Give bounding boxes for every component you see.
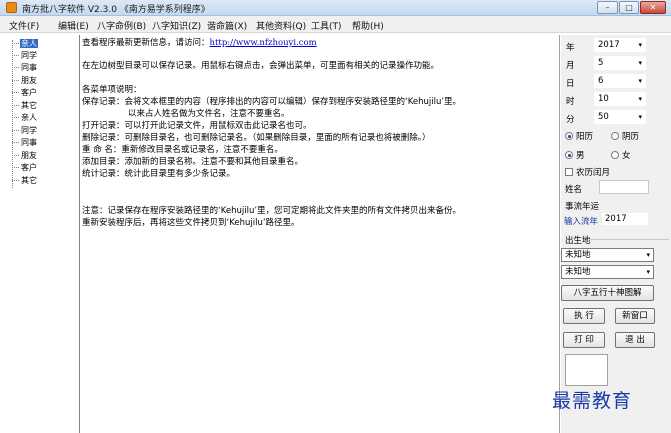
print-button[interactable]: 打 印 xyxy=(563,332,605,348)
text-line: 注意：记录保存在程序安装路径里的‘Kehujilu’里，您可定期将此文件夹里的所… xyxy=(82,206,462,216)
flow-year-input[interactable]: 2017 xyxy=(601,212,649,226)
tree-item-colleagues[interactable]: 同事 xyxy=(12,62,38,73)
text-line: 重新安装程序后，再将这些文件拷贝到‘Kehujilu’路径里。 xyxy=(82,218,300,228)
radio-selected-icon xyxy=(565,151,573,159)
minimize-button[interactable]: – xyxy=(597,1,618,14)
window-title: 南方批八字软件 V2.3.0 《南方易学系列程序》 xyxy=(22,5,210,15)
day-select[interactable]: 6 ▾ xyxy=(594,74,646,88)
chevron-down-icon: ▾ xyxy=(638,95,642,103)
app-icon xyxy=(6,2,17,13)
update-info-line: 查看程序最新更新信息，请访问：http://www.nfzhouyi.com xyxy=(82,38,317,48)
tree-item-relatives-2[interactable]: 亲人 xyxy=(12,112,38,123)
menu-file[interactable]: 文件(F) xyxy=(9,19,39,32)
minute-label: 分 xyxy=(566,115,575,125)
website-link[interactable]: http://www.nfzhouyi.com xyxy=(210,38,317,48)
tree-item-colleagues-2[interactable]: 同事 xyxy=(12,137,38,148)
record-text-area[interactable]: 查看程序最新更新信息，请访问：http://www.nfzhouyi.com 在… xyxy=(79,35,560,433)
watermark-text: 最需教育 xyxy=(552,390,633,412)
hour-label: 时 xyxy=(566,97,575,107)
exit-button[interactable]: 退 出 xyxy=(615,332,655,348)
tree-item-classmates-2[interactable]: 同学 xyxy=(12,125,38,136)
text-line: 保存记录：会将文本框里的内容（程序排出的内容可以编辑）保存到程序安装路径里的‘K… xyxy=(82,97,462,107)
tree-item-others-2[interactable]: 其它 xyxy=(12,175,38,186)
tree-item-classmates[interactable]: 同学 xyxy=(12,50,38,61)
chevron-down-icon: ▾ xyxy=(646,268,650,276)
month-select[interactable]: 5 ▾ xyxy=(594,56,646,70)
text-line: 打开记录：可以打开此记录文件，用鼠标双击此记录名也可。 xyxy=(82,121,312,131)
name-input[interactable] xyxy=(599,180,649,194)
text-line: 以来占人姓名做为文件名，注意不要重名。 xyxy=(128,109,290,119)
luck-label: 事流年运 xyxy=(565,202,600,212)
group-divider xyxy=(589,239,669,240)
radio-empty-icon xyxy=(611,151,619,159)
chevron-down-icon: ▾ xyxy=(638,113,642,121)
tree-item-clients[interactable]: 客户 xyxy=(12,87,38,98)
text-line: 在左边树型目录可以保存记录。用鼠标右键点击，会弹出菜单，可里面有相关的记录操作功… xyxy=(82,61,440,71)
lunar-calendar-radio[interactable]: 阴历 xyxy=(611,130,639,142)
record-tree[interactable]: 亲人 同学 同事 朋友 客户 其它 亲人 同学 同事 朋友 客户 其它 xyxy=(8,36,78,430)
tree-item-friends-2[interactable]: 朋友 xyxy=(12,150,38,161)
preview-box xyxy=(565,354,608,386)
month-label: 月 xyxy=(566,61,575,71)
text-line: 重 命 名：重新修改目录名或记录名，注意不要重名。 xyxy=(82,145,283,155)
female-radio[interactable]: 女 xyxy=(611,149,631,161)
menu-xieming[interactable]: 谐命篇(X) xyxy=(207,19,247,32)
checkbox-icon xyxy=(565,168,573,176)
menu-tools[interactable]: 工具(T) xyxy=(311,19,342,32)
new-window-button[interactable]: 新窗口 xyxy=(615,308,655,324)
hour-select[interactable]: 10 ▾ xyxy=(594,92,646,106)
menu-bar: 文件(F) 编辑(E) 八字命例(B) 八字知识(Z) 谐命篇(X) 其他资料(… xyxy=(0,16,671,33)
chevron-down-icon: ▾ xyxy=(638,41,642,49)
run-button[interactable]: 执 行 xyxy=(563,308,605,324)
maximize-button[interactable]: □ xyxy=(619,1,639,14)
tree-item-clients-2[interactable]: 客户 xyxy=(12,162,38,173)
title-bar: 南方批八字软件 V2.3.0 《南方易学系列程序》 – □ ✕ xyxy=(0,0,671,16)
birthplace-label: 出生地 xyxy=(565,236,591,246)
tree-item-friends[interactable]: 朋友 xyxy=(12,75,38,86)
close-button[interactable]: ✕ xyxy=(640,1,666,14)
year-label: 年 xyxy=(566,43,575,53)
text-line: 统计记录：统计此目录里有多少条记录。 xyxy=(82,169,236,179)
radio-selected-icon xyxy=(565,132,573,140)
minute-select[interactable]: 50 ▾ xyxy=(594,110,646,124)
chevron-down-icon: ▾ xyxy=(638,77,642,85)
birthplace-city-select[interactable]: 未知地 ▾ xyxy=(561,265,654,279)
tree-item-others[interactable]: 其它 xyxy=(12,100,38,111)
text-line: 删除记录：可删除目录名，也可删除记录名。（如果删除目录，里面的所有记录也将被删除… xyxy=(82,133,431,143)
chart-diagram-button[interactable]: 八字五行十神图解 xyxy=(561,285,654,301)
solar-calendar-radio[interactable]: 阳历 xyxy=(565,130,593,142)
text-line: 各菜单项说明： xyxy=(82,85,142,95)
menu-other-materials[interactable]: 其他资料(Q) xyxy=(256,19,306,32)
year-select[interactable]: 2017 ▾ xyxy=(594,38,646,52)
birth-info-panel: 年 2017 ▾ 月 5 ▾ 日 6 ▾ 时 10 ▾ 分 50 ▾ 阳历 阴历 男 女 … xyxy=(561,35,671,433)
name-label: 姓名 xyxy=(565,185,583,195)
day-label: 日 xyxy=(566,79,575,89)
menu-edit[interactable]: 编辑(E) xyxy=(58,19,89,32)
menu-help[interactable]: 帮助(H) xyxy=(352,19,384,32)
text-line: 添加目录：添加新的目录名称。注意不要和其他目录重名。 xyxy=(82,157,304,167)
flow-year-label: 输入流年 xyxy=(564,217,599,227)
menu-bazi-cases[interactable]: 八字命例(B) xyxy=(97,19,146,32)
birthplace-province-select[interactable]: 未知地 ▾ xyxy=(561,248,654,262)
chevron-down-icon: ▾ xyxy=(638,59,642,67)
leap-month-checkbox[interactable]: 农历闰月 xyxy=(565,166,610,178)
menu-bazi-knowledge[interactable]: 八字知识(Z) xyxy=(152,19,201,32)
radio-empty-icon xyxy=(611,132,619,140)
male-radio[interactable]: 男 xyxy=(565,149,585,161)
chevron-down-icon: ▾ xyxy=(646,251,650,259)
tree-item-relatives[interactable]: 亲人 xyxy=(12,38,38,49)
